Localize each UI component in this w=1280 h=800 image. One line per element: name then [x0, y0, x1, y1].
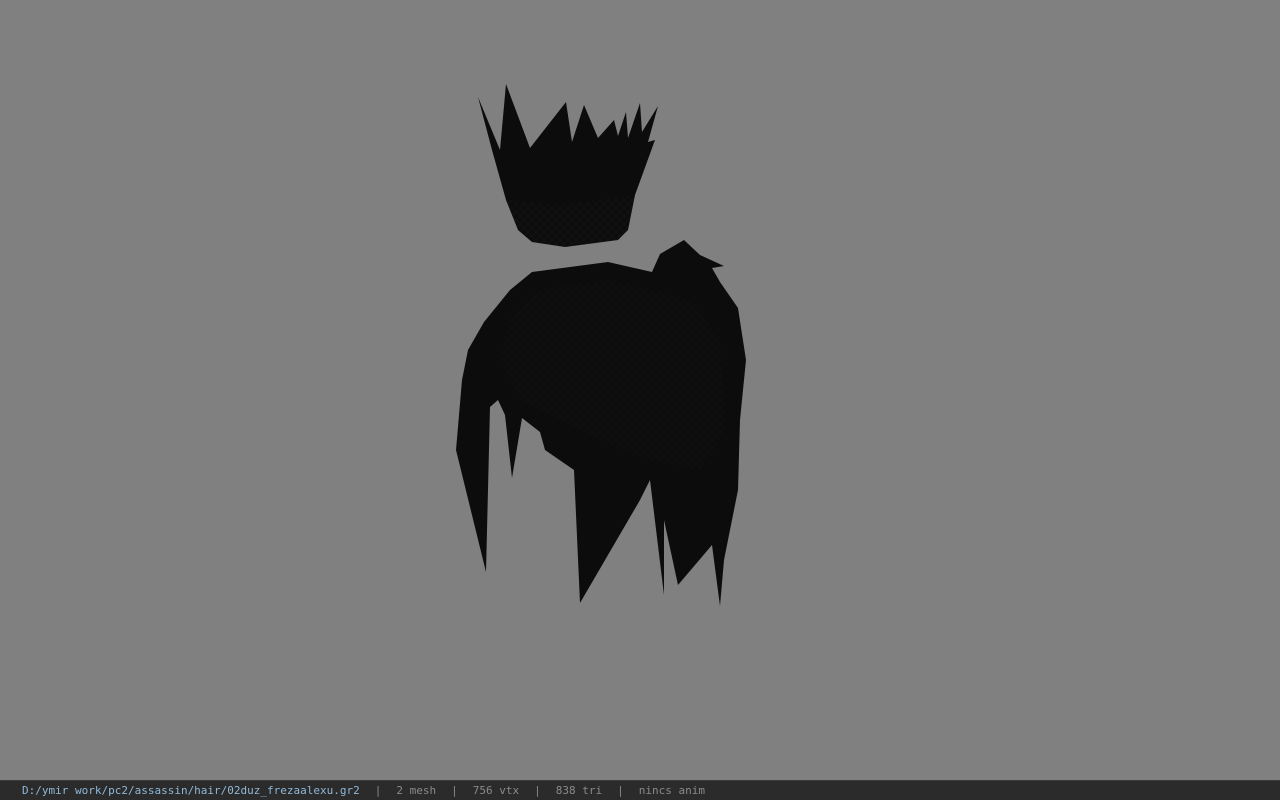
model-render: [456, 84, 746, 606]
file-path: D:/ymir work/pc2/assassin/hair/02duz_fre…: [22, 783, 360, 797]
triangle-count: 838 tri: [555, 783, 603, 797]
vertex-count: 756 vtx: [472, 783, 520, 797]
status-separator: |: [451, 783, 458, 797]
animation-status: nincs anim: [638, 783, 705, 797]
status-bar: D:/ymir work/pc2/assassin/hair/02duz_fre…: [0, 780, 1280, 800]
status-separator: |: [374, 783, 382, 797]
status-separator: |: [617, 783, 624, 797]
crown-mesh: [478, 84, 658, 247]
mesh-count: 2 mesh: [396, 783, 437, 797]
3d-viewport[interactable]: [0, 0, 1280, 780]
status-separator: |: [534, 783, 541, 797]
hair-mesh: [456, 240, 746, 606]
